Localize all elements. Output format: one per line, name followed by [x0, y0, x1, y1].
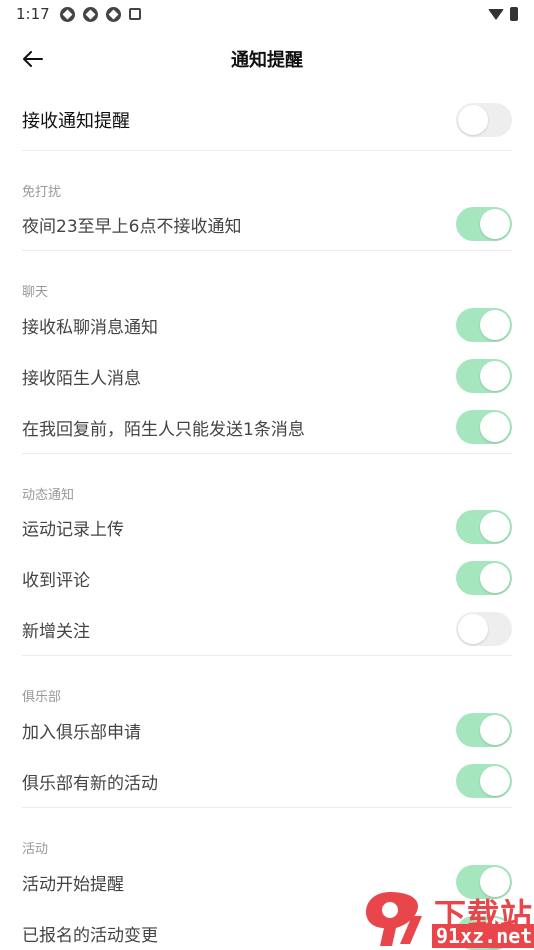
workout-upload-toggle[interactable] [456, 510, 512, 544]
setting-label: 在我回复前，陌生人只能发送1条消息 [22, 419, 305, 440]
divider [22, 453, 512, 454]
section-title-feed: 动态通知 [22, 488, 75, 503]
wifi-icon [488, 8, 504, 20]
setting-row-new-follower[interactable]: 新增关注 [22, 612, 512, 646]
toggle-knob [458, 105, 488, 135]
setting-row-club-join[interactable]: 加入俱乐部申请 [22, 713, 512, 747]
status-right [488, 7, 518, 21]
club-activity-toggle[interactable] [456, 764, 512, 798]
back-button[interactable] [18, 44, 48, 74]
toggle-knob [480, 412, 510, 442]
divider [22, 807, 512, 808]
setting-label: 夜间23至早上6点不接收通知 [22, 216, 242, 237]
arrow-left-icon [23, 51, 43, 67]
section-title-dnd: 免打扰 [22, 185, 62, 200]
toggle-knob [480, 715, 510, 745]
toggle-knob [480, 361, 510, 391]
toggle-knob [458, 614, 488, 644]
battery-icon [510, 7, 518, 21]
status-time: 1:17 [16, 5, 50, 23]
master-notification-toggle[interactable] [456, 103, 512, 137]
setting-label: 加入俱乐部申请 [22, 722, 141, 743]
app-notification-icon [59, 6, 75, 22]
app-notification-icon [82, 6, 98, 22]
watermark-logo-icon [366, 892, 422, 946]
divider [22, 655, 512, 656]
setting-row-club-activity[interactable]: 俱乐部有新的活动 [22, 764, 512, 798]
toggle-knob [480, 310, 510, 340]
stranger-limit-toggle[interactable] [456, 410, 512, 444]
setting-label: 活动开始提醒 [22, 874, 124, 895]
new-follower-toggle[interactable] [456, 612, 512, 646]
section-title-chat: 聊天 [22, 285, 49, 300]
setting-label: 新增关注 [22, 621, 90, 642]
divider [22, 250, 512, 251]
section-title-event: 活动 [22, 842, 49, 857]
toggle-knob [480, 209, 510, 239]
a-notification-icon [128, 8, 141, 20]
section-title-club: 俱乐部 [22, 690, 62, 705]
setting-label: 收到评论 [22, 570, 90, 591]
comments-toggle[interactable] [456, 561, 512, 595]
setting-label: 俱乐部有新的活动 [22, 773, 158, 794]
page-title: 通知提醒 [231, 50, 303, 71]
header: 通知提醒 [0, 36, 534, 82]
notification-icons [59, 6, 141, 22]
setting-row-night-quiet[interactable]: 夜间23至早上6点不接收通知 [22, 207, 512, 241]
app-notification-icon [105, 6, 121, 22]
setting-label: 运动记录上传 [22, 519, 124, 540]
toggle-knob [480, 766, 510, 796]
stranger-message-toggle[interactable] [456, 359, 512, 393]
master-notification-label: 接收通知提醒 [22, 111, 130, 132]
private-chat-toggle[interactable] [456, 308, 512, 342]
setting-row-stranger-message[interactable]: 接收陌生人消息 [22, 359, 512, 393]
setting-row-private-chat[interactable]: 接收私聊消息通知 [22, 308, 512, 342]
club-join-toggle[interactable] [456, 713, 512, 747]
setting-row-stranger-limit[interactable]: 在我回复前，陌生人只能发送1条消息 [22, 410, 512, 444]
setting-row-workout-upload[interactable]: 运动记录上传 [22, 510, 512, 544]
site-watermark: 下载站 91xz.net [360, 888, 534, 950]
watermark-domain: 91xz.net [432, 924, 534, 948]
setting-label: 接收陌生人消息 [22, 368, 141, 389]
status-bar: 1:17 [0, 0, 534, 28]
setting-label: 已报名的活动变更 [22, 925, 158, 946]
setting-label: 接收私聊消息通知 [22, 317, 158, 338]
divider [22, 150, 512, 151]
night-quiet-toggle[interactable] [456, 207, 512, 241]
master-notification-row[interactable]: 接收通知提醒 [22, 102, 512, 138]
setting-row-comments[interactable]: 收到评论 [22, 561, 512, 595]
toggle-knob [480, 512, 510, 542]
toggle-knob [480, 563, 510, 593]
